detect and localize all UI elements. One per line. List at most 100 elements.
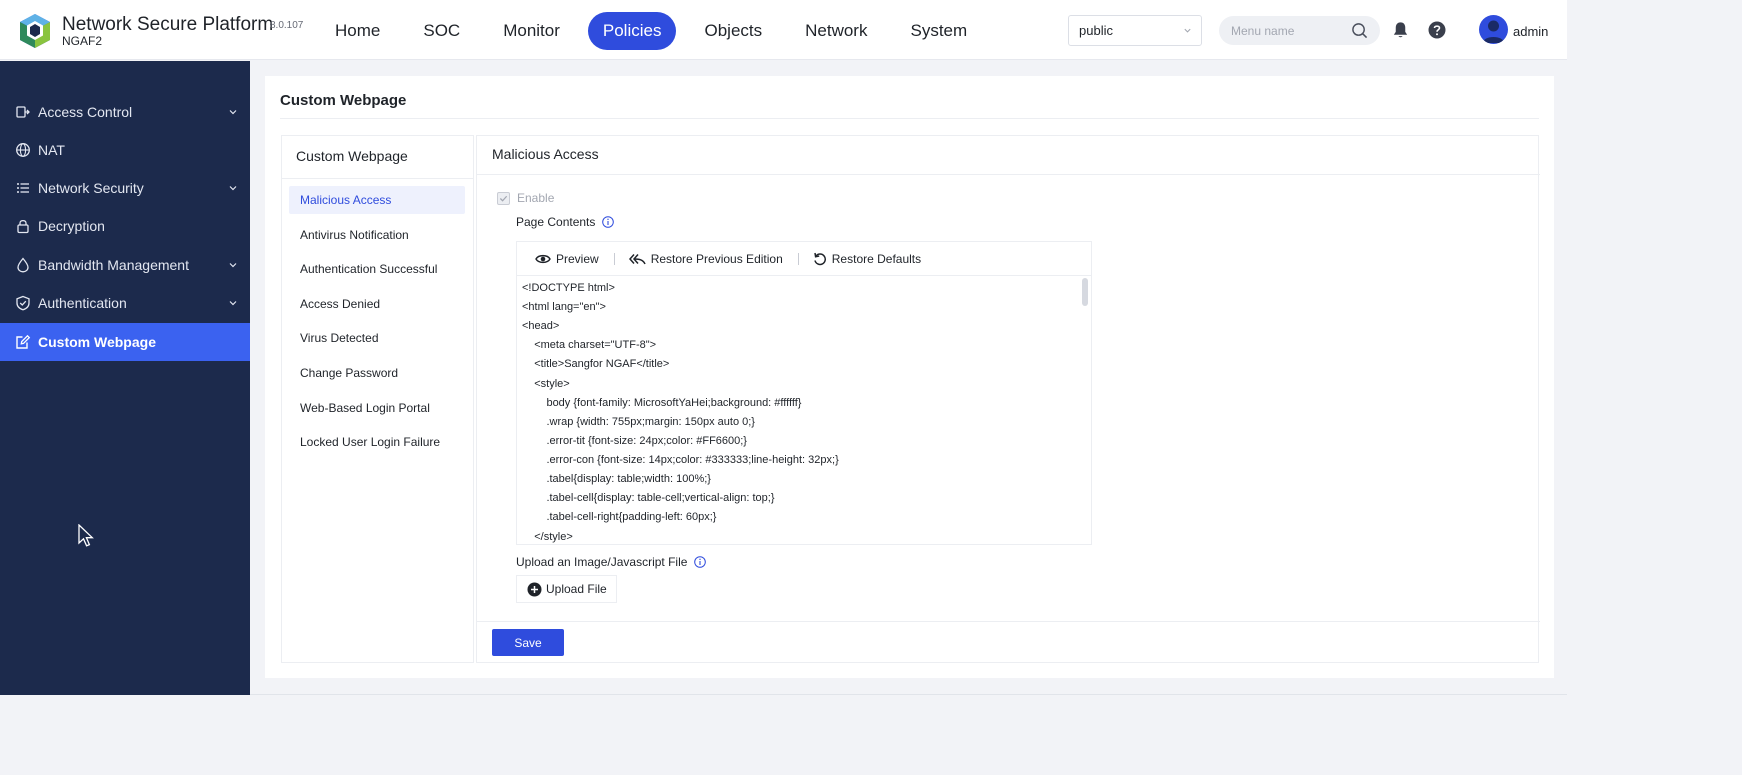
panel-title: Malicious Access — [492, 146, 599, 162]
sidebar-item-label: Custom Webpage — [38, 334, 156, 350]
divider — [250, 694, 1567, 695]
sidebar-item-label: Authentication — [38, 295, 127, 311]
info-icon[interactable] — [602, 216, 615, 228]
divider — [282, 178, 473, 179]
user-avatar-icon — [1483, 20, 1504, 43]
sidebar-item-label: Decryption — [38, 218, 105, 234]
workspace-select[interactable]: public — [1068, 15, 1202, 46]
editor-toolbar: Preview Restore Previous Edition Restore… — [517, 242, 1091, 276]
subnav-item-authentication-successful[interactable]: Authentication Successful — [289, 255, 465, 283]
mouse-cursor-icon — [78, 524, 94, 547]
sidebar-item-label: NAT — [38, 142, 65, 158]
chevron-down-icon — [229, 263, 237, 268]
subnav-item-access-denied[interactable]: Access Denied — [289, 290, 465, 318]
nav-monitor[interactable]: Monitor — [488, 12, 575, 50]
preview-button[interactable]: Preview — [535, 252, 599, 266]
platform-subtitle: NGAF2 — [62, 34, 103, 48]
lock-icon — [17, 219, 29, 234]
workspace-select-value: public — [1079, 23, 1113, 38]
drop-icon — [17, 257, 29, 273]
page-contents-label-row: Page Contents — [516, 215, 615, 229]
code-line: <head> — [522, 320, 560, 332]
list-icon — [17, 183, 29, 193]
enable-option: Enable — [497, 191, 554, 205]
divider — [477, 174, 1540, 175]
upload-file-label: Upload File — [546, 582, 607, 596]
sidebar-item-authentication[interactable]: Authentication — [0, 284, 250, 322]
edit-page-icon — [16, 334, 31, 349]
code-line: .wrap {width: 755px;margin: 150px auto 0… — [522, 416, 755, 428]
save-button[interactable]: Save — [492, 629, 564, 656]
sidebar-item-decryption[interactable]: Decryption — [0, 207, 250, 245]
enable-label: Enable — [517, 191, 555, 205]
subnav-item-web-based-login-portal[interactable]: Web-Based Login Portal — [289, 394, 465, 422]
html-code-area[interactable]: <!DOCTYPE html> <html lang="en"> <head> … — [522, 280, 1082, 544]
version-label: 8.0.107 — [270, 20, 304, 31]
nav-soc[interactable]: SOC — [408, 12, 475, 50]
subnav-item-malicious-access[interactable]: Malicious Access — [289, 186, 465, 214]
chevron-down-icon — [229, 186, 237, 191]
code-line: </style> — [522, 531, 573, 543]
subnav-item-antivirus-notification[interactable]: Antivirus Notification — [289, 221, 465, 249]
nav-network[interactable]: Network — [790, 12, 882, 50]
sidebar-item-nat[interactable]: NAT — [0, 131, 250, 169]
code-line: <meta charset="UTF-8"> — [522, 339, 657, 351]
avatar[interactable] — [1479, 15, 1508, 44]
editor-scrollbar[interactable] — [1082, 278, 1088, 306]
search-icon[interactable] — [1351, 22, 1368, 39]
double-undo-icon — [628, 253, 646, 264]
page-title: Custom Webpage — [280, 92, 407, 109]
username[interactable]: admin — [1513, 24, 1548, 39]
sidebar-item-network-security[interactable]: Network Security — [0, 169, 250, 207]
platform-logo-icon — [20, 14, 50, 48]
divider — [280, 118, 1539, 119]
nav-objects[interactable]: Objects — [689, 12, 777, 50]
preview-button-label: Preview — [556, 251, 599, 266]
restore-defaults-button[interactable]: Restore Defaults — [813, 252, 921, 266]
enable-checkbox[interactable] — [497, 191, 510, 205]
chevron-down-icon — [1184, 28, 1191, 33]
page-contents-label: Page Contents — [516, 215, 596, 229]
code-line: <!DOCTYPE html> — [522, 282, 615, 294]
code-line: <style> — [522, 378, 570, 390]
upload-file-button[interactable]: Upload File — [516, 575, 617, 603]
subnav-item-locked-user-login-failure[interactable]: Locked User Login Failure — [289, 428, 465, 456]
shield-check-icon — [16, 295, 30, 311]
sidebar-item-custom-webpage[interactable]: Custom Webpage — [0, 323, 250, 361]
menu-search-input[interactable] — [1231, 22, 1351, 40]
sidebar-item-label: Network Security — [38, 180, 144, 196]
restore-defaults-label: Restore Defaults — [831, 251, 922, 266]
help-icon[interactable] — [1428, 21, 1446, 39]
checkmark-icon — [499, 195, 508, 202]
code-line: .tabel-cell{display: table-cell;vertical… — [522, 492, 775, 504]
restore-previous-edition-button[interactable]: Restore Previous Edition — [628, 251, 783, 266]
webpage-type-list: Custom Webpage Malicious Access Antiviru… — [281, 135, 474, 663]
bell-icon[interactable] — [1391, 20, 1410, 40]
toolbar-separator — [613, 252, 615, 265]
sidebar-item-access-control[interactable]: Access Control — [0, 93, 250, 131]
nav-system[interactable]: System — [895, 12, 982, 50]
subnav-item-virus-detected[interactable]: Virus Detected — [289, 324, 465, 352]
sidebar: Access Control NAT Network Security Decr… — [0, 61, 250, 695]
webpage-editor-panel: Malicious Access Enable Page Contents Pr… — [476, 135, 1540, 663]
sidebar-item-label: Access Control — [38, 104, 133, 120]
info-icon[interactable] — [694, 556, 707, 568]
chevron-down-icon — [229, 301, 237, 306]
restore-previous-edition-label: Restore Previous Edition — [650, 251, 783, 266]
nav-policies[interactable]: Policies — [587, 12, 677, 50]
access-control-icon — [16, 106, 30, 118]
code-line: <html lang="en"> — [522, 301, 606, 313]
sidebar-item-bandwidth-management[interactable]: Bandwidth Management — [0, 246, 250, 284]
upload-label: Upload an Image/Javascript File — [516, 555, 688, 569]
main-nav: Home SOC Monitor Policies Objects Networ… — [320, 12, 995, 50]
nav-home[interactable]: Home — [320, 12, 395, 50]
toolbar-separator — [797, 252, 799, 265]
sidebar-item-label: Bandwidth Management — [38, 257, 189, 273]
code-line: .error-con {font-size: 14px;color: #3333… — [522, 454, 839, 466]
subnav-item-change-password[interactable]: Change Password — [289, 359, 465, 387]
globe-icon — [16, 143, 30, 157]
menu-search — [1219, 16, 1380, 45]
page-contents-editor[interactable]: Preview Restore Previous Edition Restore… — [516, 241, 1092, 545]
code-line: .tabel{display: table;width: 100%;} — [522, 473, 711, 485]
code-line: .tabel-cell-right{padding-left: 60px;} — [522, 511, 717, 523]
